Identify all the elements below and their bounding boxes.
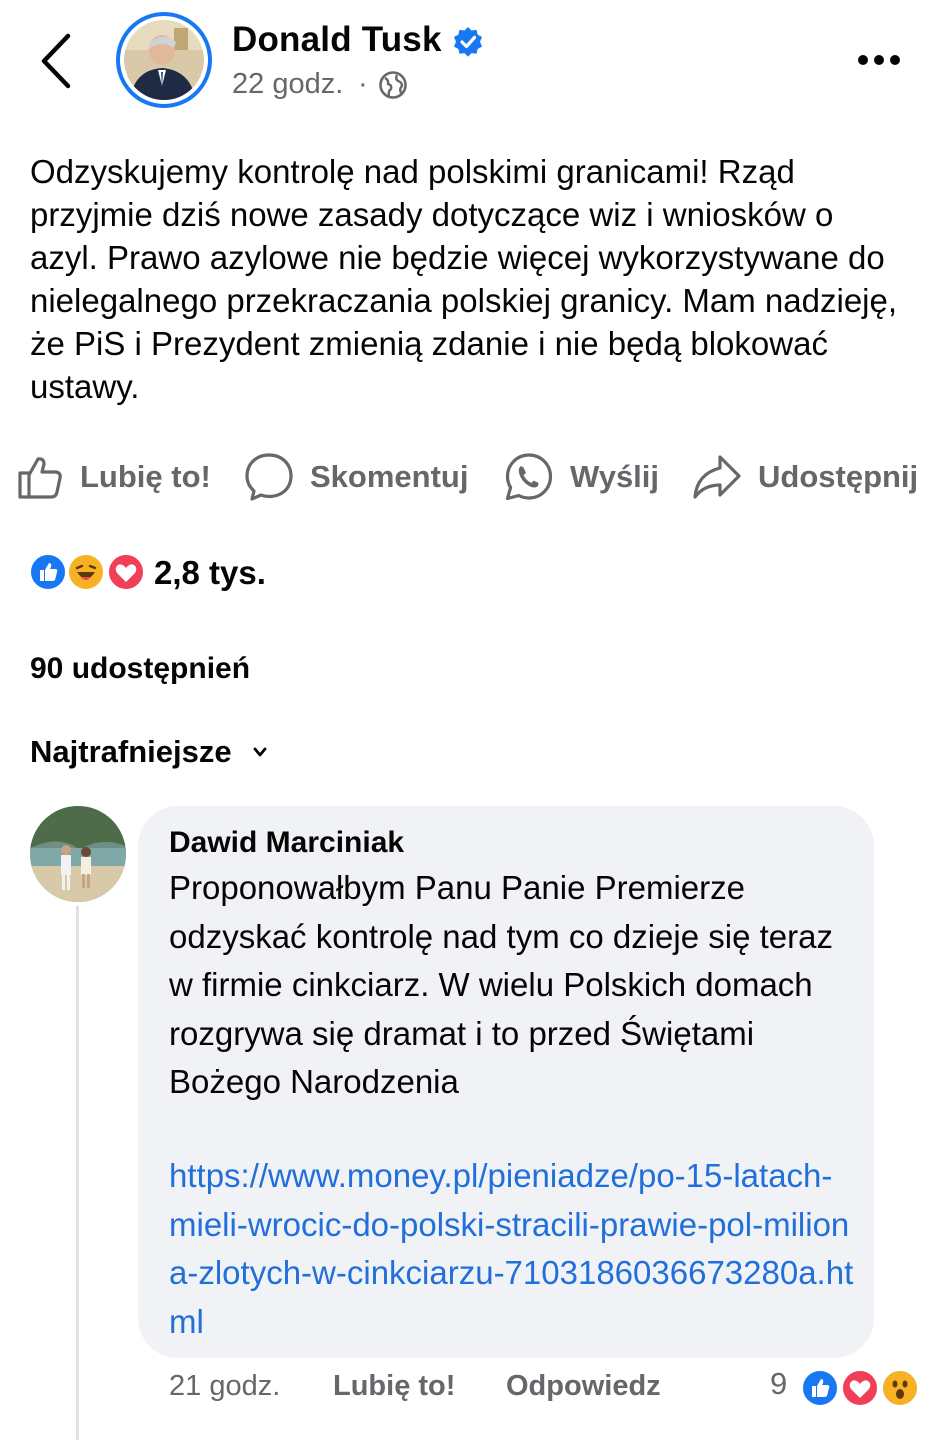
- sort-label: Najtrafniejsze: [30, 734, 232, 769]
- like-label: Lubię to!: [80, 459, 211, 494]
- commenter-avatar[interactable]: [30, 806, 126, 902]
- separator-dot: ·: [358, 68, 368, 100]
- haha-reaction-icon: [66, 552, 106, 592]
- more-horizontal-icon: [858, 55, 868, 65]
- comment-bubble-icon: [245, 453, 293, 501]
- wow-reaction-icon: [880, 1368, 920, 1408]
- back-button[interactable]: [36, 32, 80, 90]
- shares-count[interactable]: 90 udostępnień: [30, 652, 250, 686]
- comment-reaction-count[interactable]: 9: [770, 1366, 787, 1402]
- comment-time[interactable]: 21 godz.: [169, 1370, 280, 1403]
- comment-label: Skomentuj: [310, 459, 469, 494]
- share-label: Udostępnij: [758, 459, 919, 494]
- share-button[interactable]: Udostępnij: [692, 452, 918, 502]
- comment-text: Proponowałbym Panu Panie Premierze odzys…: [169, 869, 833, 1100]
- thumbs-up-icon: [18, 457, 62, 499]
- chevron-left-icon: [41, 33, 71, 89]
- more-options-button[interactable]: [858, 48, 906, 72]
- verified-badge-icon: [452, 26, 484, 58]
- comment-link[interactable]: https://www.money.pl/pieniadze/po-15-lat…: [169, 1152, 859, 1346]
- send-label: Wyślij: [570, 459, 660, 494]
- love-reaction-icon: [106, 552, 146, 592]
- comment-button[interactable]: Skomentuj: [244, 452, 468, 502]
- like-button[interactable]: Lubię to!: [16, 452, 211, 502]
- thread-line: [76, 906, 79, 1440]
- post-text: Odzyskujemy kontrolę nad polskimi granic…: [30, 153, 898, 405]
- reactions-count[interactable]: 2,8 tys.: [154, 554, 266, 592]
- globe-icon: [378, 70, 408, 100]
- author-name[interactable]: Donald Tusk: [232, 20, 442, 60]
- chevron-down-icon: [253, 747, 266, 757]
- post-time[interactable]: 22 godz.: [232, 68, 343, 101]
- like-reaction-icon: [28, 552, 68, 592]
- comment-like-button[interactable]: Lubię to!: [333, 1370, 455, 1403]
- author-avatar[interactable]: [116, 12, 212, 108]
- whatsapp-icon: [505, 453, 553, 501]
- send-button[interactable]: Wyślij: [504, 452, 659, 502]
- share-arrow-icon: [693, 455, 741, 499]
- like-reaction-icon: [800, 1368, 840, 1408]
- comments-sort-dropdown[interactable]: Najtrafniejsze: [30, 734, 268, 770]
- love-reaction-icon: [840, 1368, 880, 1408]
- author-photo: [124, 20, 204, 100]
- comment-reply-button[interactable]: Odpowiedz: [506, 1370, 661, 1403]
- comment-author[interactable]: Dawid Marciniak: [169, 826, 404, 860]
